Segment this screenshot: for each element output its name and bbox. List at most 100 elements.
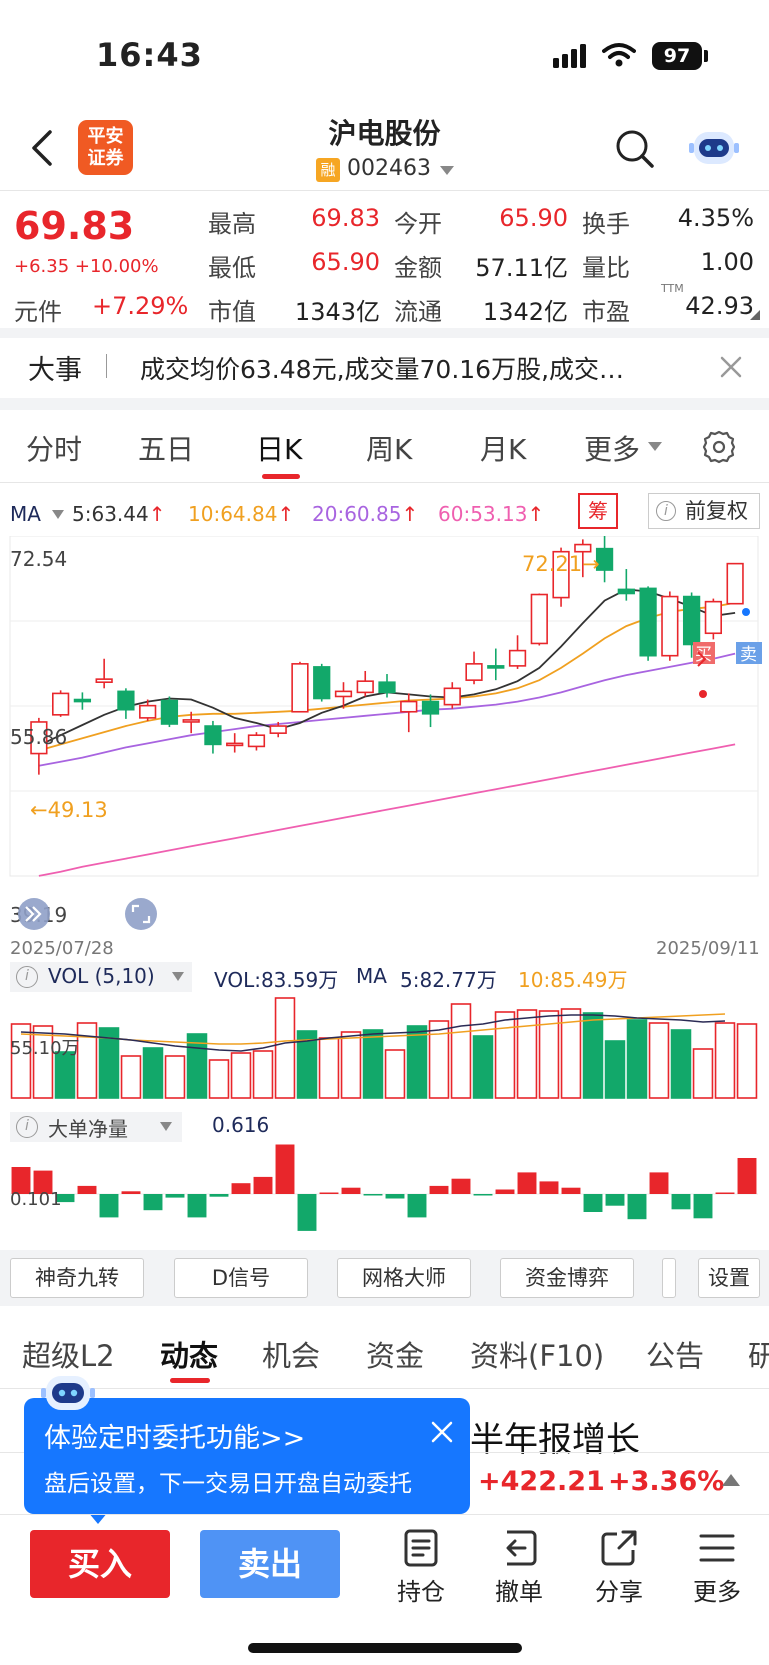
tool-d-signal[interactable]: D信号 <box>174 1258 308 1298</box>
volume-bar <box>648 1022 670 1099</box>
volume-bar <box>494 1011 516 1099</box>
vol-ma-label: MA <box>356 964 387 988</box>
volume-bar <box>384 1049 406 1099</box>
bigorder-dropdown-icon[interactable] <box>160 1122 172 1132</box>
quote-value-float-cap: 1342亿 <box>482 298 568 326</box>
search-icon[interactable] <box>612 126 656 170</box>
y-label-top: 72.54 <box>10 547 67 571</box>
ma20-text: 20:60.85 <box>312 502 402 526</box>
volume-bar <box>142 1047 164 1099</box>
news-headline[interactable]: 半年报增长 <box>470 1412 640 1461</box>
big-order-bars <box>10 1144 758 1231</box>
tab-funds[interactable]: 资金 <box>366 1333 424 1375</box>
promo-title[interactable]: 体验定时委托功能>> <box>44 1416 305 1455</box>
cancel-order-label: 撤单 <box>495 1578 543 1606</box>
more-button[interactable]: 更多 <box>682 1528 752 1607</box>
tool-overflow[interactable] <box>662 1258 676 1298</box>
buy-button[interactable]: 买入 <box>30 1530 170 1598</box>
vol-axis-label: 55.10万 <box>10 1038 80 1059</box>
cancel-order-button[interactable]: 撤单 <box>484 1528 554 1607</box>
candle-up <box>226 742 244 747</box>
volume-bar <box>252 1050 274 1099</box>
outflow-bar <box>99 1194 119 1218</box>
index-change-pct: +3.36% <box>608 1466 725 1497</box>
tab-five-day[interactable]: 五日 <box>138 428 194 468</box>
tab-monthly-k[interactable]: 月K <box>480 428 526 468</box>
ma-dropdown-icon[interactable] <box>52 510 64 520</box>
tab-opportunity[interactable]: 机会 <box>262 1333 320 1375</box>
chevron-down-icon[interactable] <box>648 442 662 451</box>
volume-bar <box>736 1023 758 1099</box>
quote-value-turnover: 4.35% <box>677 204 754 232</box>
tool-fund-game[interactable]: 资金博弈 <box>500 1258 634 1298</box>
chip-distribution-button[interactable]: 筹 <box>578 493 618 529</box>
outflow-bar <box>473 1194 493 1196</box>
expand-corner-icon[interactable] <box>750 310 760 320</box>
close-icon[interactable] <box>718 354 744 380</box>
tab-super-l2[interactable]: 超级L2 <box>22 1333 115 1375</box>
stock-switch-caret-icon[interactable] <box>440 166 454 175</box>
candle-up <box>726 562 744 605</box>
tool-magic-nine[interactable]: 神奇九转 <box>10 1258 144 1298</box>
ai-robot-icon[interactable] <box>688 126 740 168</box>
low-annotation-arrow: ← <box>30 798 48 822</box>
sector-label[interactable]: 元件 <box>14 292 62 327</box>
close-icon[interactable] <box>430 1420 454 1444</box>
signal-icon <box>553 44 586 68</box>
sell-button[interactable]: 卖出 <box>200 1530 340 1598</box>
tab-daily-k[interactable]: 日K <box>256 428 302 468</box>
info-icon[interactable]: i <box>16 966 38 988</box>
battery-tip <box>704 50 708 62</box>
index-change: +422.21 <box>478 1466 605 1497</box>
fullscreen-icon[interactable] <box>125 898 157 930</box>
candle-up <box>139 704 157 719</box>
inflow-bar <box>451 1178 471 1194</box>
stock-code[interactable]: 002463 <box>347 156 431 181</box>
tool-settings[interactable]: 设置 <box>698 1258 760 1298</box>
tab-more[interactable]: 更多 <box>584 428 640 468</box>
kline-chart[interactable]: 72.54 55.86 39.19 ←49.13 72.21→ 买 卖 <box>0 536 769 936</box>
inflow-bar <box>319 1192 339 1194</box>
tab-announcements[interactable]: 公告 <box>646 1333 704 1375</box>
ma60-arrow: ↑ <box>527 502 545 526</box>
position-button[interactable]: 持仓 <box>386 1528 456 1607</box>
volume-bar <box>692 1048 714 1099</box>
outflow-bar <box>363 1194 383 1196</box>
adjust-mode-label: 前复权 <box>685 499 748 523</box>
status-time: 16:43 <box>96 36 203 74</box>
inflow-bar <box>429 1185 449 1194</box>
news-ticker-text[interactable]: 成交均价63.48元,成交量70.16万股,成交… <box>140 350 680 386</box>
tool-grid-master[interactable]: 网格大师 <box>337 1258 471 1298</box>
quote-label-amount: 金额 <box>394 254 442 282</box>
share-button[interactable]: 分享 <box>584 1528 654 1607</box>
last-price: 69.83 <box>14 204 135 248</box>
candle-up <box>704 600 722 635</box>
tab-news-feed[interactable]: 动态 <box>160 1333 218 1375</box>
candle-down <box>639 587 657 657</box>
tab-f10[interactable]: 资料(F10) <box>470 1333 604 1375</box>
ma-legend-label[interactable]: MA <box>10 502 41 526</box>
vol-ma10: 10:85.49万 <box>518 968 628 992</box>
expand-up-icon[interactable] <box>722 1474 740 1486</box>
candle-down <box>73 698 92 703</box>
volume-bar <box>32 1025 54 1099</box>
volume-chart[interactable]: 55.10万 <box>0 994 769 1100</box>
volume-bar <box>230 1052 252 1099</box>
sector-change[interactable]: +7.29% <box>92 292 188 320</box>
outflow-bar <box>385 1194 405 1199</box>
candle-down <box>682 595 701 646</box>
more-label: 更多 <box>693 1578 741 1606</box>
tab-research[interactable]: 研 <box>748 1333 769 1375</box>
vol-dropdown-icon[interactable] <box>172 972 184 982</box>
ma5-text: 5:63.44 <box>72 502 149 526</box>
tab-weekly-k[interactable]: 周K <box>366 428 412 468</box>
candle-up <box>530 593 548 645</box>
info-icon[interactable]: i <box>16 1116 38 1138</box>
ma60-text: 60:53.13 <box>438 502 528 526</box>
quote-label-turnover: 换手 <box>582 210 630 238</box>
big-order-chart[interactable]: 0.101 <box>0 1144 769 1248</box>
tab-intraday[interactable]: 分时 <box>26 428 82 468</box>
gear-icon[interactable] <box>702 430 736 464</box>
share-icon <box>601 1530 637 1566</box>
quote-value-low: 65.90 <box>311 248 380 276</box>
